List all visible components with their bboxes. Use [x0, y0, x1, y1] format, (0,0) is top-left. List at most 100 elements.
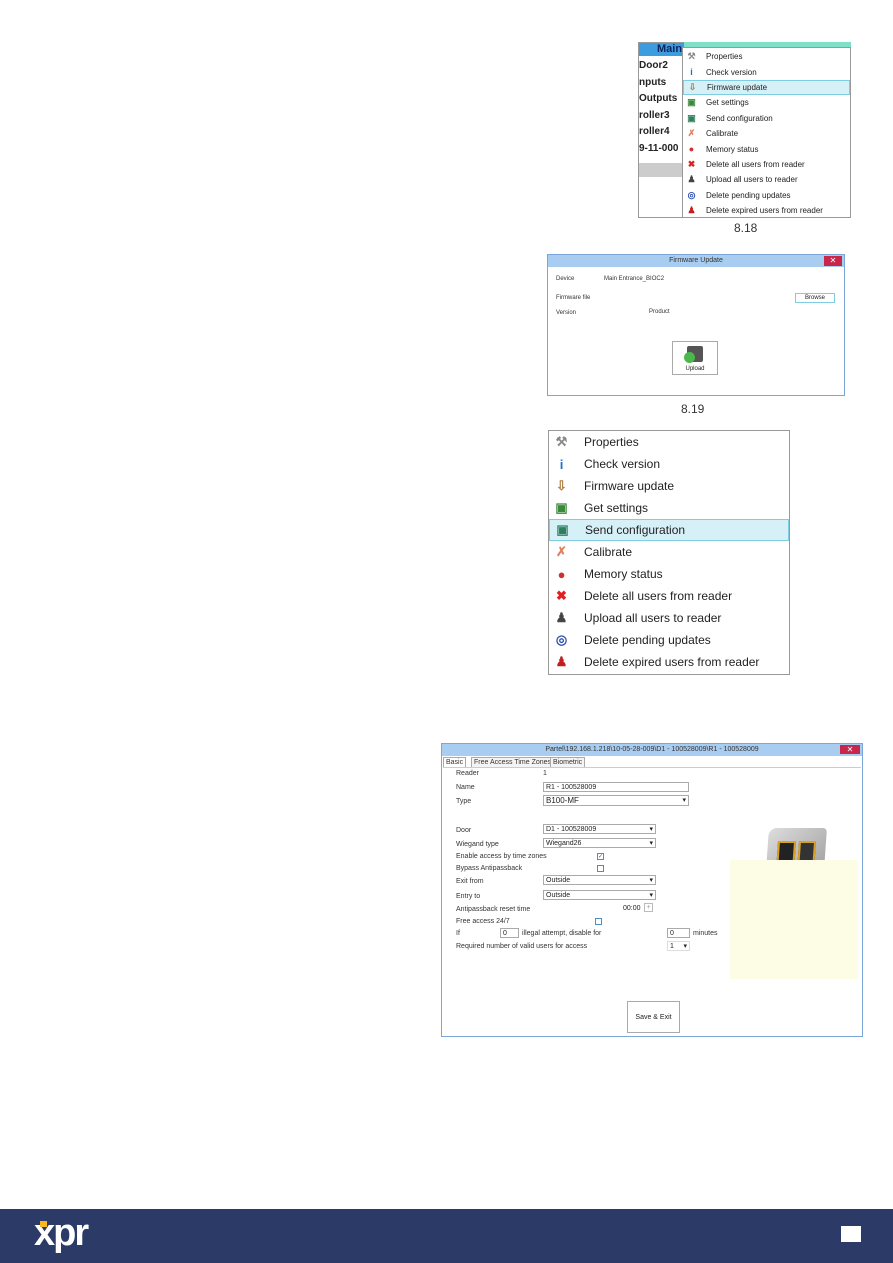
- figure-caption-8-18: 8.18: [734, 221, 758, 235]
- bypass-antipassback-checkbox[interactable]: [597, 865, 604, 872]
- delete-pending-icon: ◎: [687, 189, 696, 200]
- wiegand-type-label: Wiegand type: [456, 841, 499, 848]
- send-config-icon: ▣: [556, 522, 569, 537]
- attempts-input[interactable]: 0: [500, 928, 519, 938]
- dialog-title: Firmware Update: [669, 257, 723, 264]
- menu-item-send-configuration[interactable]: ▣ Send configuration: [683, 111, 850, 126]
- time-zones-checkbox[interactable]: ✓: [597, 853, 604, 860]
- menu-item-delete-pending-updates[interactable]: ◎ Delete pending updates: [549, 629, 789, 651]
- menu-item-label: Get settings: [706, 98, 749, 108]
- menu-item-label: Send configuration: [585, 523, 686, 537]
- delete-expired-icon: ♟: [555, 654, 568, 669]
- menu-item-label: Properties: [584, 435, 639, 449]
- product-label: Product: [649, 309, 670, 315]
- tools-icon: ⚒: [687, 51, 696, 62]
- close-button[interactable]: ✕: [840, 745, 860, 754]
- device-label: Device: [556, 276, 575, 282]
- tree-scrollbar[interactable]: [639, 163, 684, 177]
- menu-item-delete-pending-updates[interactable]: ◎ Delete pending updates: [683, 188, 850, 203]
- reset-time-spinner[interactable]: +: [644, 903, 653, 912]
- illegal-attempt-label: illegal attempt, disable for: [522, 930, 602, 937]
- menu-item-memory-status[interactable]: ● Memory status: [549, 563, 789, 585]
- close-button[interactable]: ✕: [824, 256, 842, 266]
- menu-item-label: Upload all users to reader: [706, 175, 798, 185]
- exit-from-label: Exit from: [456, 878, 484, 885]
- menu-item-label: Get settings: [584, 501, 649, 515]
- name-input[interactable]: R1 - 100528009: [543, 782, 689, 792]
- title-bar: Firmware Update ✕: [548, 255, 844, 267]
- tree-panel: Main Door2 nputs Outputs roller3 roller4 9-11…: [638, 42, 684, 218]
- menu-item-label: Upload all users to reader: [584, 611, 722, 625]
- firmware-file-label: Firmware file: [556, 295, 591, 301]
- tree-item[interactable]: roller3: [639, 110, 670, 121]
- type-select[interactable]: B100-MF: [543, 795, 689, 806]
- save-exit-button[interactable]: Save & Exit: [627, 1001, 680, 1033]
- menu-item-get-settings[interactable]: ▣ Get settings: [549, 497, 789, 519]
- tree-item[interactable]: roller4: [639, 126, 670, 137]
- menu-item-upload-all-users-to-reader[interactable]: ♟ Upload all users to reader: [683, 172, 850, 187]
- browse-button[interactable]: Browse: [795, 293, 835, 303]
- required-users-select[interactable]: 1: [667, 941, 690, 951]
- xpr-logo: xpr: [34, 1212, 89, 1254]
- calibrate-icon: ✗: [687, 128, 696, 139]
- menu-item-label: Firmware update: [707, 82, 768, 92]
- reset-time-label: Antipassback reset time: [456, 906, 531, 913]
- upload-icon: [684, 346, 703, 363]
- tab-content-border: [443, 767, 861, 768]
- dialog-title: Partel\192.168.1.218\10-05-28-009\D1 - 1…: [545, 746, 759, 753]
- menu-item-delete-all-users-from-reader[interactable]: ✖ Delete all users from reader: [683, 157, 850, 172]
- menu-item-calibrate[interactable]: ✗ Calibrate: [549, 541, 789, 563]
- menu-item-get-settings[interactable]: ▣ Get settings: [683, 95, 850, 110]
- free-access-label: Free access 24/7: [456, 918, 510, 925]
- reader-properties-dialog: Partel\192.168.1.218\10-05-28-009\D1 - 1…: [441, 743, 863, 1037]
- info-icon: i: [690, 67, 693, 78]
- menu-item-label: Delete all users from reader: [584, 589, 733, 603]
- menu-item-label: Memory status: [584, 567, 663, 581]
- upload-label: Upload: [685, 366, 705, 372]
- menu-item-firmware-update[interactable]: ⇩ Firmware update: [683, 79, 850, 96]
- tab-basic[interactable]: Basic: [443, 757, 467, 767]
- menu-item-properties[interactable]: ⚒ Properties: [683, 49, 850, 64]
- menu-item-label: Delete all users from reader: [706, 159, 805, 169]
- menu-item-send-configuration[interactable]: ▣ Send configuration: [549, 519, 789, 541]
- tree-item[interactable]: Outputs: [639, 93, 677, 104]
- firmware-icon: ⇩: [688, 81, 697, 92]
- calibrate-icon: ✗: [556, 544, 567, 559]
- info-icon: i: [559, 456, 564, 472]
- send-config-icon: ▣: [687, 112, 696, 123]
- tree-header[interactable]: Main: [639, 43, 684, 56]
- upload-users-icon: ♟: [687, 174, 696, 185]
- memory-icon: ●: [557, 566, 566, 582]
- menu-item-delete-expired-users-from-reader[interactable]: ♟ Delete expired users from reader: [549, 651, 789, 673]
- context-menu-small: ⚒ Properties i Check version ⇩ Firmware updat…: [682, 47, 851, 218]
- menu-item-delete-expired-users-from-reader[interactable]: ♟ Delete expired users from reader: [683, 203, 850, 218]
- tree-item[interactable]: Door2: [639, 60, 668, 71]
- entry-to-select[interactable]: Outside: [543, 890, 656, 900]
- reset-time-input[interactable]: 00:00: [620, 903, 644, 913]
- get-settings-icon: ▣: [555, 500, 568, 515]
- menu-item-label: Delete expired users from reader: [584, 655, 760, 669]
- upload-button[interactable]: Upload: [672, 341, 718, 375]
- time-zones-label: Enable access by time zones: [456, 853, 547, 860]
- menu-item-properties[interactable]: ⚒ Properties: [549, 431, 789, 453]
- menu-item-calibrate[interactable]: ✗ Calibrate: [683, 126, 850, 141]
- wiegand-type-select[interactable]: Wiegand26: [543, 838, 656, 848]
- exit-from-select[interactable]: Outside: [543, 875, 656, 885]
- entry-to-label: Entry to: [456, 893, 481, 900]
- menu-item-check-version[interactable]: i Check version: [549, 453, 789, 475]
- menu-item-delete-all-users-from-reader[interactable]: ✖ Delete all users from reader: [549, 585, 789, 607]
- minutes-input[interactable]: 0: [667, 928, 690, 938]
- tree-item[interactable]: nputs: [639, 77, 666, 88]
- menu-item-firmware-update[interactable]: ⇩ Firmware update: [549, 475, 789, 497]
- menu-item-check-version[interactable]: i Check version: [683, 64, 850, 79]
- menu-item-label: Check version: [584, 457, 661, 471]
- tree-item[interactable]: 9-11-000: [639, 143, 678, 154]
- free-access-checkbox[interactable]: [595, 918, 602, 925]
- door-select[interactable]: D1 - 100528009: [543, 824, 656, 834]
- menu-item-upload-all-users-to-reader[interactable]: ♟ Upload all users to reader: [549, 607, 789, 629]
- menu-item-memory-status[interactable]: ● Memory status: [683, 141, 850, 156]
- door-value: D1 - 100528009: [546, 826, 597, 833]
- menu-item-label: Check version: [706, 67, 757, 77]
- version-label: Version: [556, 310, 577, 316]
- type-value: B100-MF: [546, 796, 579, 805]
